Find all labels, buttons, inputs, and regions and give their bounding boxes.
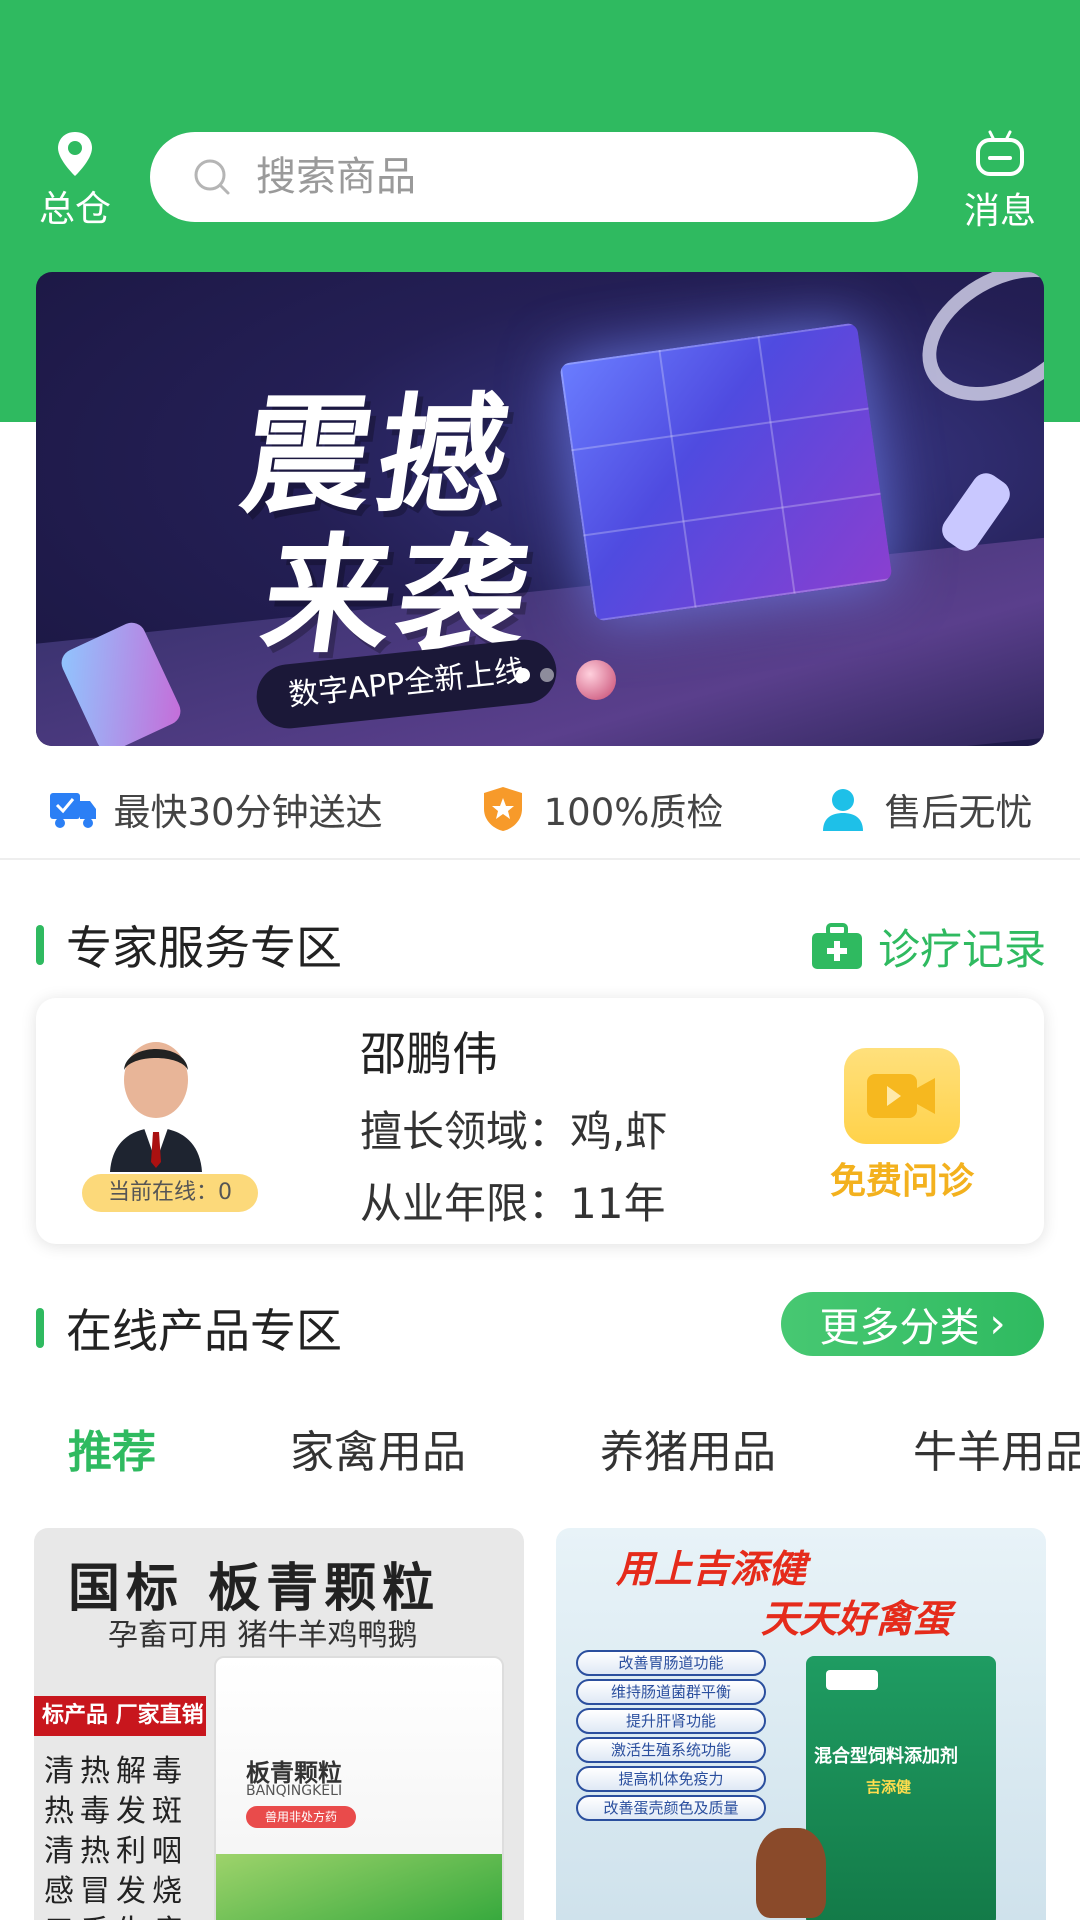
product-package-image: 板青颗粒 BANQINGKELI 兽用非处方药 (214, 1656, 504, 1920)
service-features: 最快30分钟送达 100%质检 售后无忧 (0, 760, 1080, 860)
title-accent-bar (36, 925, 44, 965)
video-call-icon (844, 1048, 960, 1144)
rooster-mascot-image (756, 1828, 826, 1918)
free-consult-label: 免费问诊 (829, 1161, 974, 1202)
free-consult-button[interactable]: 免费问诊 (820, 1048, 984, 1204)
benefit-item: 口舌生疮 (44, 1906, 188, 1920)
package-green-band (216, 1854, 502, 1920)
carousel-indicator[interactable] (516, 668, 554, 682)
package-logo (826, 1670, 878, 1690)
feature-delivery: 最快30分钟送达 (48, 782, 383, 836)
quality-shield-icon (483, 787, 522, 831)
tab-poultry[interactable]: 家禽用品 (290, 1416, 466, 1480)
product-headline: 天天好禽蛋 (761, 1597, 952, 1641)
expert-avatar (104, 1032, 208, 1172)
location-selector[interactable]: 总仓 (30, 130, 120, 232)
message-label: 消息 (963, 191, 1036, 232)
chevron-right-icon: › (989, 1301, 1006, 1347)
delivery-truck-icon (49, 793, 96, 828)
benefit-pill: 维持肠道菌群平衡 (576, 1679, 766, 1705)
product-headline: 用上吉添健 (616, 1547, 807, 1591)
banner-ball-graphic (576, 660, 616, 700)
carousel-dot-active[interactable] (516, 668, 530, 682)
benefit-pill: 激活生殖系统功能 (576, 1737, 766, 1763)
expert-experience: 从业年限：11年 (360, 1179, 666, 1228)
tab-recommend[interactable]: 推荐 (68, 1416, 156, 1480)
title-accent-bar (36, 1308, 44, 1348)
medical-kit-icon (812, 922, 862, 969)
carousel-dot[interactable] (540, 668, 554, 682)
banner-cube-graphic (559, 322, 893, 622)
expert-name: 邵鹏伟 (360, 1027, 498, 1081)
product-section-title: 在线产品专区 (36, 1295, 342, 1361)
search-icon (194, 159, 230, 195)
expert-card[interactable]: 当前在线：0 邵鹏伟 擅长领域：鸡,虾 从业年限：11年 免费问诊 (36, 998, 1044, 1244)
record-label: 诊疗记录 (878, 925, 1047, 974)
expert-section-title: 专家服务专区 (36, 912, 342, 978)
package-badge: 兽用非处方药 (246, 1806, 356, 1828)
benefit-item: 清热利咽 (44, 1834, 188, 1869)
robot-message-icon (976, 130, 1024, 176)
diagnosis-record-link[interactable]: 诊疗记录 (810, 916, 1046, 977)
product-card[interactable]: 用上吉添健 天天好禽蛋 改善胃肠道功能 维持肠道菌群平衡 提升肝肾功能 激活生殖… (556, 1528, 1046, 1920)
online-status-badge: 当前在线：0 (82, 1174, 258, 1212)
expert-specialty: 擅长领域：鸡,虾 (360, 1107, 668, 1156)
location-label: 总仓 (38, 189, 111, 230)
message-button[interactable]: 消息 (950, 130, 1050, 234)
product-section-label: 在线产品专区 (66, 1304, 342, 1358)
benefit-item: 热毒发斑 (44, 1794, 188, 1829)
package-brand: 吉添健 (866, 1778, 912, 1796)
expert-section-label: 专家服务专区 (66, 921, 342, 975)
benefit-pill: 提升肝肾功能 (576, 1708, 766, 1734)
feature-label: 售后无忧 (884, 791, 1033, 834)
benefit-item: 清热解毒 (44, 1754, 188, 1789)
benefit-pill: 改善蛋壳颜色及质量 (576, 1795, 766, 1821)
search-input[interactable] (256, 154, 856, 200)
product-subline: 孕畜可用 猪牛羊鸡鸭鹅 (108, 1618, 418, 1653)
feature-label: 最快30分钟送达 (113, 791, 383, 834)
product-card[interactable]: 国标 板青颗粒 孕畜可用 猪牛羊鸡鸭鹅 标产品 厂家直销 清热解毒 热毒发斑 清… (34, 1528, 524, 1920)
feature-quality: 100%质检 (478, 782, 724, 836)
package-pinyin: BANQINGKELI (246, 1783, 343, 1799)
banner-planet-ring (898, 272, 1044, 429)
search-bar[interactable] (150, 132, 918, 222)
feature-label: 100%质检 (543, 791, 724, 834)
user-service-icon (823, 789, 864, 831)
tab-pig[interactable]: 养猪用品 (600, 1416, 776, 1480)
benefit-item: 感冒发烧 (44, 1874, 188, 1909)
location-pin-icon (58, 132, 92, 176)
tab-cattle-sheep[interactable]: 牛羊用品 (913, 1416, 1080, 1480)
product-tag: 标产品 厂家直销 (34, 1696, 206, 1736)
product-package-image: 混合型饲料添加剂 吉添健 (806, 1656, 996, 1920)
feature-aftersales: 售后无忧 (818, 782, 1032, 836)
banner-floor (36, 522, 1044, 746)
benefit-pill: 改善胃肠道功能 (576, 1650, 766, 1676)
package-name: 混合型饲料添加剂 (814, 1746, 958, 1767)
benefit-pill: 提高机体免疫力 (576, 1766, 766, 1792)
category-tabs: 推荐 家禽用品 养猪用品 牛羊用品 (0, 1416, 1080, 1478)
more-categories-button[interactable]: 更多分类 › (781, 1292, 1044, 1356)
more-categories-label: 更多分类 (819, 1305, 980, 1351)
